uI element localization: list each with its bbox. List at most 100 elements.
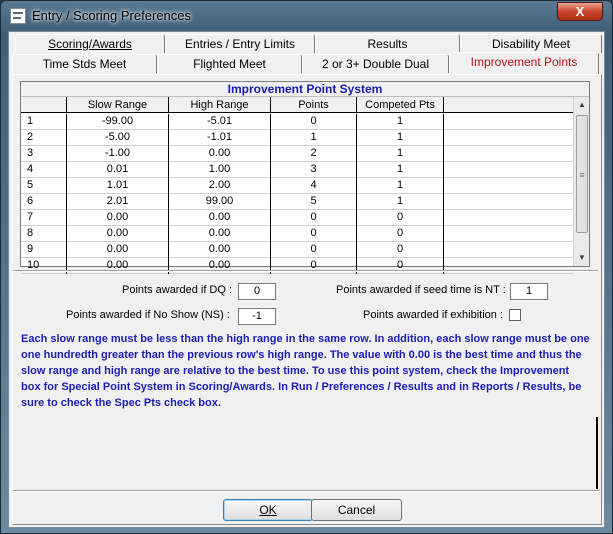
points-cell[interactable]: 1 — [271, 130, 357, 146]
column-header-high-range: High Range — [169, 97, 271, 113]
tab-scoring-awards[interactable]: Scoring/Awards — [15, 34, 165, 53]
table-row[interactable]: 4 0.01 1.00 3 1 — [21, 162, 573, 178]
high-range-cell[interactable]: -1.01 — [169, 130, 271, 146]
row-number-cell: 4 — [21, 162, 67, 178]
table-row[interactable]: 9 0.00 0.00 0 0 — [21, 242, 573, 258]
scroll-down-arrow-icon[interactable]: ▼ — [574, 250, 590, 266]
points-cell[interactable]: 0 — [271, 114, 357, 130]
grid-vertical-scrollbar[interactable]: ▲ ≡ ▼ — [573, 97, 589, 266]
tab-label: Time Stds Meet — [42, 57, 127, 71]
window-title: Entry / Scoring Preferences — [32, 8, 191, 23]
slow-range-cell[interactable]: 0.00 — [67, 210, 169, 226]
dialog-client: Scoring/Awards Entries / Entry Limits Re… — [8, 31, 605, 528]
competed-pts-cell[interactable]: 0 — [357, 242, 444, 258]
nt-label: Points awarded if seed time is NT : — [336, 284, 506, 296]
high-range-cell[interactable]: 0.00 — [169, 242, 271, 258]
table-row[interactable]: 1 -99.00 -5.01 0 1 — [21, 114, 573, 130]
app-icon — [10, 8, 26, 24]
tab-results[interactable]: Results — [315, 34, 460, 53]
slow-range-cell[interactable]: 0.00 — [67, 226, 169, 242]
row-number-cell: 9 — [21, 242, 67, 258]
slow-range-cell[interactable]: 0.00 — [67, 242, 169, 258]
points-cell[interactable]: 5 — [271, 194, 357, 210]
column-header-row-number — [21, 97, 67, 113]
options-divider — [13, 270, 598, 272]
slow-range-cell[interactable]: 2.01 — [67, 194, 169, 210]
competed-pts-cell[interactable]: 1 — [357, 194, 444, 210]
competed-pts-cell[interactable]: 0 — [357, 226, 444, 242]
row-number-cell: 8 — [21, 226, 67, 242]
exhibition-checkbox[interactable] — [509, 309, 521, 321]
table-row[interactable]: 3 -1.00 0.00 2 1 — [21, 146, 573, 162]
table-row[interactable]: 2 -5.00 -1.01 1 1 — [21, 130, 573, 146]
dq-label: Points awarded if DQ : — [122, 284, 233, 296]
slow-range-cell[interactable]: -5.00 — [67, 130, 169, 146]
competed-pts-cell[interactable]: 0 — [357, 210, 444, 226]
high-range-cell[interactable]: 99.00 — [169, 194, 271, 210]
tab-label: Disability Meet — [491, 37, 571, 51]
table-row[interactable]: 5 1.01 2.00 4 1 — [21, 178, 573, 194]
high-range-cell[interactable]: 1.00 — [169, 162, 271, 178]
exhibition-label: Points awarded if exhibition : — [363, 309, 504, 321]
instructions-text: Each slow range must be less than the hi… — [21, 333, 590, 409]
ok-button[interactable]: OK — [223, 499, 313, 521]
slow-range-cell[interactable]: -1.00 — [67, 146, 169, 162]
points-cell[interactable]: 3 — [271, 162, 357, 178]
high-range-cell[interactable]: 0.00 — [169, 226, 271, 242]
high-range-cell[interactable]: 0.00 — [169, 146, 271, 162]
improvement-points-grid[interactable]: Improvement Point System Slow Range High… — [20, 81, 590, 274]
competed-pts-cell[interactable]: 1 — [357, 178, 444, 194]
tab-improvement-points[interactable]: Improvement Points — [449, 52, 599, 74]
slow-range-cell[interactable]: -99.00 — [67, 114, 169, 130]
tab-label: Entries / Entry Limits — [184, 37, 296, 51]
tab-label: Scoring/Awards — [48, 37, 132, 51]
table-row[interactable]: 8 0.00 0.00 0 0 — [21, 226, 573, 242]
high-range-cell[interactable]: -5.01 — [169, 114, 271, 130]
high-range-cell[interactable]: 2.00 — [169, 178, 271, 194]
points-cell[interactable]: 0 — [271, 210, 357, 226]
tab-double-dual[interactable]: 2 or 3+ Double Dual — [302, 54, 449, 73]
tab-disability-meet[interactable]: Disability Meet — [460, 34, 602, 53]
title-bar[interactable]: Entry / Scoring Preferences X — [1, 1, 612, 31]
grid-title: Improvement Point System — [21, 82, 589, 97]
high-range-cell[interactable]: 0.00 — [169, 210, 271, 226]
competed-pts-cell[interactable]: 1 — [357, 162, 444, 178]
panel-edge-mark — [596, 417, 598, 489]
tab-time-stds-meet[interactable]: Time Stds Meet — [12, 54, 157, 73]
close-button[interactable]: X — [557, 2, 603, 21]
tab-entries-entry-limits[interactable]: Entries / Entry Limits — [165, 34, 315, 53]
competed-pts-cell[interactable]: 1 — [357, 146, 444, 162]
points-cell[interactable]: 0 — [271, 242, 357, 258]
table-row[interactable]: 7 0.00 0.00 0 0 — [21, 210, 573, 226]
row-number-cell: 2 — [21, 130, 67, 146]
points-cell[interactable]: 4 — [271, 178, 357, 194]
column-header-points: Points — [271, 97, 357, 113]
tab-label: Results — [367, 37, 408, 51]
tab-flighted-meet[interactable]: Flighted Meet — [157, 54, 302, 73]
row-number-cell: 1 — [21, 114, 67, 130]
column-header-competed-pts: Competed Pts — [357, 97, 444, 113]
tab-label: Improvement Points — [470, 55, 578, 69]
scroll-up-arrow-icon[interactable]: ▲ — [574, 97, 590, 113]
points-cell[interactable]: 2 — [271, 146, 357, 162]
row-number-cell: 3 — [21, 146, 67, 162]
ok-label: OK — [259, 503, 277, 517]
row-number-cell: 7 — [21, 210, 67, 226]
slow-range-cell[interactable]: 0.01 — [67, 162, 169, 178]
scroll-thumb[interactable]: ≡ — [576, 115, 588, 233]
tab-label: 2 or 3+ Double Dual — [321, 57, 430, 71]
no-show-label: Points awarded if No Show (NS) : — [66, 309, 230, 321]
competed-pts-cell[interactable]: 1 — [357, 130, 444, 146]
cancel-label: Cancel — [337, 503, 376, 517]
no-show-points-input[interactable]: -1 — [238, 308, 276, 325]
buttons-divider — [13, 490, 600, 492]
points-cell[interactable]: 0 — [271, 226, 357, 242]
tab-label: Flighted Meet — [193, 57, 266, 71]
dq-points-input[interactable]: 0 — [238, 283, 276, 300]
nt-points-input[interactable]: 1 — [510, 283, 548, 300]
competed-pts-cell[interactable]: 1 — [357, 114, 444, 130]
cancel-button[interactable]: Cancel — [311, 499, 402, 521]
slow-range-cell[interactable]: 1.01 — [67, 178, 169, 194]
table-row[interactable]: 6 2.01 99.00 5 1 — [21, 194, 573, 210]
row-number-cell: 6 — [21, 194, 67, 210]
